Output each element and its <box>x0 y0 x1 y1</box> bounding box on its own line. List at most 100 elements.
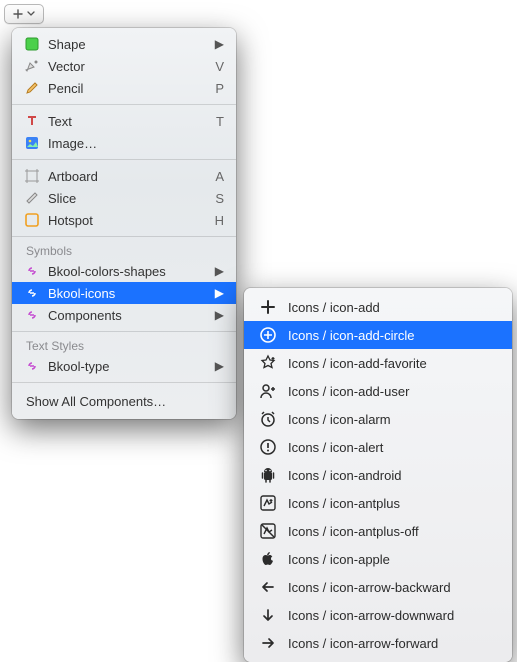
menu-item-shortcut: H <box>215 213 224 228</box>
chevron-down-icon <box>27 11 35 17</box>
symbol-link-icon <box>24 358 40 374</box>
menu-separator <box>12 382 236 383</box>
submenu-item-icon-arrow-forward[interactable]: Icons / icon-arrow-forward <box>244 629 512 657</box>
menu-item-label: Text <box>48 114 208 129</box>
chevron-right-icon: ▶ <box>215 264 224 278</box>
submenu-item-label: Icons / icon-antplus <box>288 496 400 511</box>
chevron-right-icon: ▶ <box>215 359 224 373</box>
menu-item-shortcut: A <box>215 169 224 184</box>
menu-item-label: Bkool-type <box>48 359 207 374</box>
submenu-item-label: Icons / icon-apple <box>288 552 390 567</box>
menu-item-label: Pencil <box>48 81 207 96</box>
menu-item-shortcut: V <box>215 59 224 74</box>
menu-item-image-[interactable]: Image… <box>12 132 236 154</box>
icon-alert-icon <box>258 437 278 457</box>
show-all-label: Show All Components… <box>26 394 166 409</box>
menu-item-artboard[interactable]: Artboard A <box>12 165 236 187</box>
chevron-right-icon: ▶ <box>215 286 224 300</box>
submenu-item-icon-add[interactable]: Icons / icon-add <box>244 293 512 321</box>
menu-separator <box>12 236 236 237</box>
slice-icon <box>24 190 40 206</box>
submenu-item-label: Icons / icon-add-favorite <box>288 356 427 371</box>
menu-separator <box>12 331 236 332</box>
chevron-right-icon: ▶ <box>215 308 224 322</box>
menu-item-label: Bkool-icons <box>48 286 207 301</box>
symbol-link-icon <box>24 307 40 323</box>
submenu-item-label: Icons / icon-arrow-backward <box>288 580 451 595</box>
submenu-item-label: Icons / icon-alarm <box>288 412 391 427</box>
submenu-item-icon-antplus-off[interactable]: Icons / icon-antplus-off <box>244 517 512 545</box>
artboard-icon <box>24 168 40 184</box>
menu-item-label: Slice <box>48 191 207 206</box>
symbols-header: Symbols <box>12 242 236 260</box>
submenu-item-icon-antplus[interactable]: Icons / icon-antplus <box>244 489 512 517</box>
menu-separator <box>12 159 236 160</box>
symbol-link-icon <box>24 263 40 279</box>
menu-item-label: Components <box>48 308 207 323</box>
submenu-item-label: Icons / icon-arrow-forward <box>288 636 438 651</box>
vector-pen-icon <box>24 58 40 74</box>
submenu-item-icon-android[interactable]: Icons / icon-android <box>244 461 512 489</box>
menu-item-bkool-icons[interactable]: Bkool-icons ▶ <box>12 282 236 304</box>
icon-add-icon <box>258 297 278 317</box>
hotspot-icon <box>24 212 40 228</box>
icon-arrow-backward-icon <box>258 577 278 597</box>
menu-item-label: Bkool-colors-shapes <box>48 264 207 279</box>
submenu-item-label: Icons / icon-alert <box>288 440 383 455</box>
menu-item-pencil[interactable]: Pencil P <box>12 77 236 99</box>
submenu-item-icon-arrow-backward[interactable]: Icons / icon-arrow-backward <box>244 573 512 601</box>
symbol-link-icon <box>24 285 40 301</box>
textstyles-header: Text Styles <box>12 337 236 355</box>
text-icon <box>24 113 40 129</box>
submenu-item-label: Icons / icon-antplus-off <box>288 524 419 539</box>
chevron-right-icon: ▶ <box>215 37 224 51</box>
submenu-item-icon-add-user[interactable]: Icons / icon-add-user <box>244 377 512 405</box>
submenu-item-label: Icons / icon-arrow-downward <box>288 608 454 623</box>
menu-item-label: Hotspot <box>48 213 207 228</box>
icon-alarm-icon <box>258 409 278 429</box>
icon-arrow-downward-icon <box>258 605 278 625</box>
menu-item-label: Shape <box>48 37 207 52</box>
insert-button[interactable] <box>4 4 44 24</box>
submenu-item-icon-add-favorite[interactable]: Icons / icon-add-favorite <box>244 349 512 377</box>
submenu-item-label: Icons / icon-add-user <box>288 384 409 399</box>
menu-separator <box>12 104 236 105</box>
submenu-item-icon-alarm[interactable]: Icons / icon-alarm <box>244 405 512 433</box>
icon-add-user-icon <box>258 381 278 401</box>
icon-antplus-off-icon <box>258 521 278 541</box>
icon-android-icon <box>258 465 278 485</box>
bkool-icons-submenu: Icons / icon-add Icons / icon-add-circle I… <box>244 288 512 662</box>
icon-apple-icon <box>258 549 278 569</box>
submenu-item-label: Icons / icon-android <box>288 468 401 483</box>
plus-icon <box>13 9 23 19</box>
menu-item-shortcut: S <box>215 191 224 206</box>
icon-antplus-icon <box>258 493 278 513</box>
menu-item-text[interactable]: Text T <box>12 110 236 132</box>
menu-item-shortcut: P <box>215 81 224 96</box>
submenu-item-icon-alert[interactable]: Icons / icon-alert <box>244 433 512 461</box>
icon-add-favorite-icon <box>258 353 278 373</box>
menu-item-label: Artboard <box>48 169 207 184</box>
menu-item-bkool-colors-shapes[interactable]: Bkool-colors-shapes ▶ <box>12 260 236 282</box>
menu-item-slice[interactable]: Slice S <box>12 187 236 209</box>
pencil-icon <box>24 80 40 96</box>
menu-item-components[interactable]: Components ▶ <box>12 304 236 326</box>
icon-add-circle-icon <box>258 325 278 345</box>
submenu-item-icon-add-circle[interactable]: Icons / icon-add-circle <box>244 321 512 349</box>
image-icon <box>24 135 40 151</box>
menu-item-label: Image… <box>48 136 224 151</box>
submenu-item-label: Icons / icon-add-circle <box>288 328 414 343</box>
menu-item-shortcut: T <box>216 114 224 129</box>
insert-menu: Shape▶VectorVPencilPTextTImage…ArtboardA… <box>12 28 236 419</box>
shape-square-icon <box>24 36 40 52</box>
menu-item-bkool-type[interactable]: Bkool-type ▶ <box>12 355 236 377</box>
menu-item-vector[interactable]: Vector V <box>12 55 236 77</box>
submenu-item-icon-apple[interactable]: Icons / icon-apple <box>244 545 512 573</box>
menu-item-shape[interactable]: Shape ▶ <box>12 33 236 55</box>
submenu-item-icon-arrow-downward[interactable]: Icons / icon-arrow-downward <box>244 601 512 629</box>
icon-arrow-forward-icon <box>258 633 278 653</box>
menu-item-label: Vector <box>48 59 207 74</box>
submenu-item-label: Icons / icon-add <box>288 300 380 315</box>
show-all-components[interactable]: Show All Components… <box>12 388 236 413</box>
menu-item-hotspot[interactable]: Hotspot H <box>12 209 236 231</box>
